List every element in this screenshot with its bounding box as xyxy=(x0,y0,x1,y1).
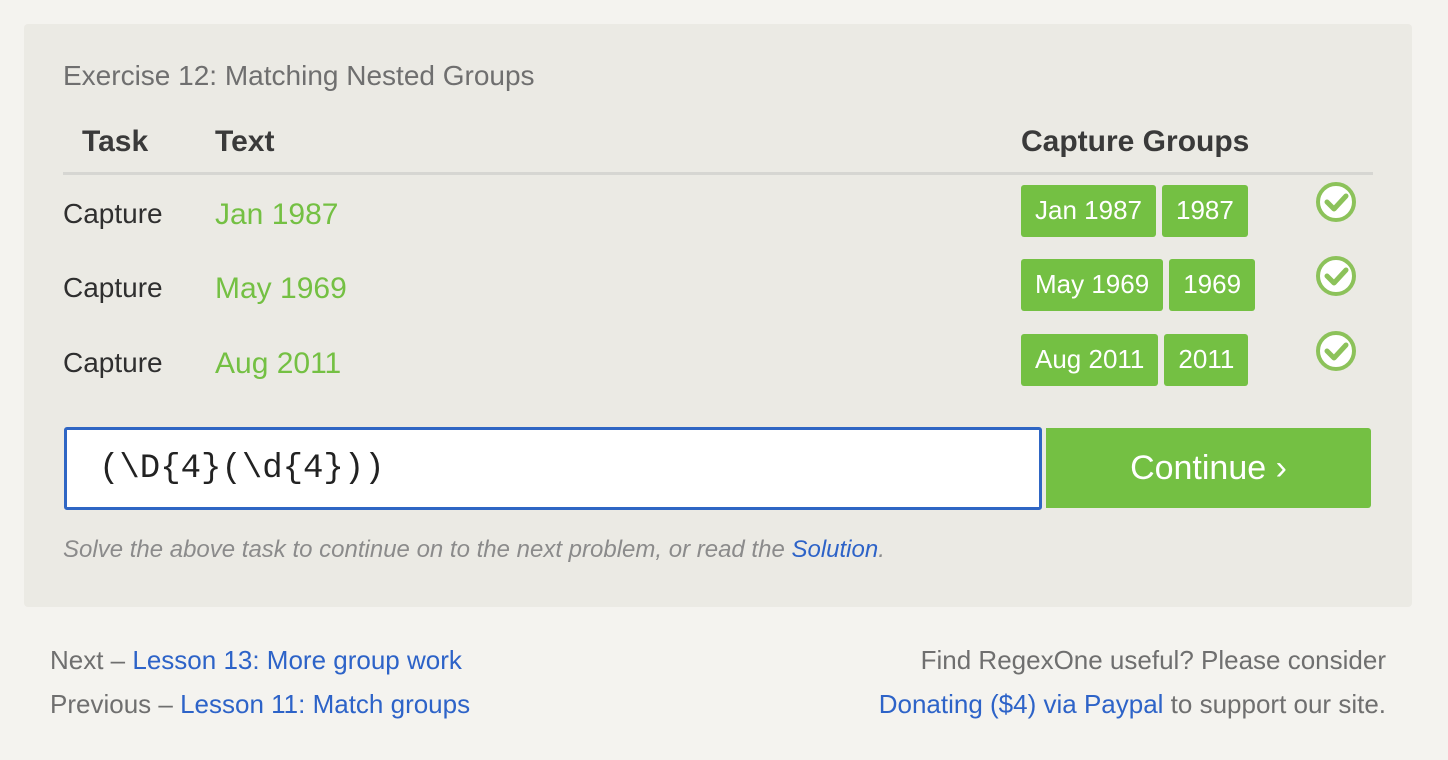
capture-group-chip: May 1969 xyxy=(1021,259,1164,311)
header-capture-groups: Capture Groups xyxy=(1021,125,1250,158)
task-text: Aug 2011 xyxy=(215,347,342,380)
previous-prefix: Previous – xyxy=(50,689,181,719)
exercise-panel: Exercise 12: Matching Nested Groups Task… xyxy=(24,24,1412,607)
continue-button[interactable]: Continue › xyxy=(1046,428,1371,508)
task-row: Capture May 1969 May 1969 1969 xyxy=(24,256,1412,332)
task-label: Capture xyxy=(63,347,163,378)
task-row: Capture Jan 1987 Jan 1987 1987 xyxy=(24,182,1412,258)
next-lesson: Next – Lesson 13: More group work xyxy=(50,638,470,682)
exercise-title: Exercise 12: Matching Nested Groups xyxy=(63,60,535,91)
task-label: Capture xyxy=(63,272,163,303)
header-text: Text xyxy=(215,125,275,158)
donation-note: Find RegexOne useful? Please consider Do… xyxy=(879,638,1386,726)
solution-link[interactable]: Solution xyxy=(791,536,878,563)
previous-lesson: Previous – Lesson 11: Match groups xyxy=(50,682,470,726)
regex-input[interactable] xyxy=(64,427,1042,510)
capture-group-chip: 1987 xyxy=(1161,185,1248,237)
next-prefix: Next – xyxy=(50,645,133,675)
capture-groups: Aug 2011 2011 xyxy=(1021,334,1249,386)
capture-group-chip: 2011 xyxy=(1164,334,1249,386)
task-row: Capture Aug 2011 Aug 2011 2011 xyxy=(24,331,1412,407)
donate-link[interactable]: Donating ($4) via Paypal xyxy=(879,689,1164,719)
header-task: Task xyxy=(82,125,149,158)
donation-suffix: to support our site. xyxy=(1163,689,1386,719)
header-divider xyxy=(63,172,1373,175)
lesson-navigation: Next – Lesson 13: More group work Previo… xyxy=(50,638,470,726)
capture-groups: Jan 1987 1987 xyxy=(1021,185,1248,237)
task-label: Capture xyxy=(63,198,163,229)
donation-line-2: Donating ($4) via Paypal to support our … xyxy=(879,682,1386,726)
capture-group-chip: Aug 2011 xyxy=(1021,334,1159,386)
capture-group-chip: 1969 xyxy=(1169,259,1256,311)
capture-groups: May 1969 1969 xyxy=(1021,259,1256,311)
next-lesson-link[interactable]: Lesson 13: More group work xyxy=(132,645,462,675)
previous-lesson-link[interactable]: Lesson 11: Match groups xyxy=(180,689,470,719)
check-icon xyxy=(1316,331,1356,371)
capture-group-chip: Jan 1987 xyxy=(1021,185,1156,237)
hint-text: Solve the above task to continue on to t… xyxy=(63,536,885,564)
check-icon xyxy=(1316,182,1356,222)
hint-prefix: Solve the above task to continue on to t… xyxy=(63,536,792,563)
hint-suffix: . xyxy=(878,536,885,563)
donation-line: Find RegexOne useful? Please consider xyxy=(920,645,1386,675)
task-text: May 1969 xyxy=(215,272,347,305)
check-icon xyxy=(1316,256,1356,296)
task-text: Jan 1987 xyxy=(215,198,339,231)
